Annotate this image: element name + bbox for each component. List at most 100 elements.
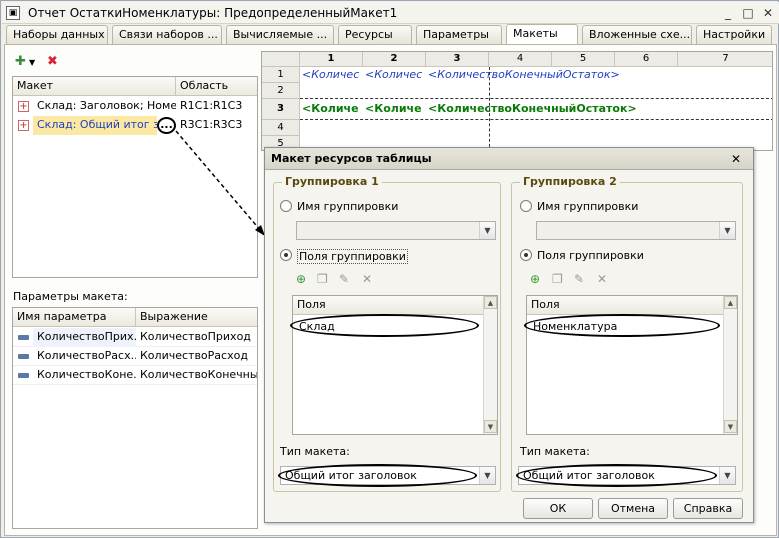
column-header-param-name[interactable]: Имя параметра (13, 308, 136, 327)
close-icon[interactable]: ✕ (759, 5, 777, 21)
add-field-icon[interactable]: ⊕ (296, 273, 306, 286)
column-header[interactable]: 2 (363, 52, 426, 67)
scroll-down-icon[interactable]: ▼ (484, 420, 497, 433)
group-name-combo[interactable]: ▼ (536, 221, 736, 240)
delete-field-icon[interactable]: ✕ (362, 273, 372, 286)
sheet-cell[interactable]: <Количе (302, 102, 363, 115)
param-icon (18, 335, 29, 340)
param-name: КоличествоКоне... (37, 368, 136, 381)
chevron-down-icon[interactable]: ▼ (479, 222, 495, 239)
layout-type-label: Тип макета: (280, 445, 350, 458)
row-header[interactable]: 3 (262, 99, 300, 120)
group2-legend: Группировка 2 (520, 175, 620, 188)
chevron-down-icon[interactable]: ▼ (479, 467, 495, 484)
sheet-cell[interactable]: <Количес (365, 68, 426, 81)
fields-header[interactable]: Поля (293, 296, 483, 315)
scroll-down-icon[interactable]: ▼ (724, 420, 737, 433)
delete-field-icon[interactable]: ✕ (597, 273, 607, 286)
radio-group-name-label[interactable]: Имя группировки (537, 200, 638, 213)
radio-group-fields-label[interactable]: Поля группировки (537, 249, 644, 262)
copy-icon[interactable]: ❐ (552, 273, 563, 286)
param-expression: КоличествоКонечны... (140, 368, 257, 381)
column-header[interactable]: 7 (678, 52, 772, 67)
add-field-icon[interactable]: ⊕ (530, 273, 540, 286)
copy-icon[interactable]: ❐ (317, 273, 328, 286)
chevron-down-icon[interactable]: ▼ (29, 56, 35, 70)
radio-group-fields[interactable] (520, 249, 532, 261)
column-header[interactable]: 4 (489, 52, 552, 67)
app-icon: ▣ (6, 6, 20, 20)
highlight-oval (290, 314, 479, 337)
column-header[interactable]: 3 (426, 52, 489, 67)
row-header[interactable]: 2 (262, 83, 300, 99)
range-border-right (489, 67, 490, 150)
scrollbar[interactable]: ▲ ▼ (723, 296, 737, 434)
row-header[interactable]: 1 (262, 67, 300, 83)
sheet-cell[interactable]: <КоличествоКонечныйОстаток> (428, 102, 678, 115)
fields-header[interactable]: Поля (527, 296, 723, 315)
window-title: Отчет ОстаткиНоменклатуры: Предопределен… (28, 6, 398, 20)
sheet-cell[interactable]: <Количе (365, 102, 426, 115)
table-row[interactable]: КоличествоРасх... КоличествоРасход (13, 347, 257, 366)
edit-icon[interactable]: ✎ (339, 273, 349, 286)
minimize-icon[interactable]: _ (719, 5, 737, 21)
layout-spreadsheet[interactable]: 1 2 3 4 5 6 7 1 2 3 4 5 <Количес <Количе… (261, 51, 773, 151)
params-title: Параметры макета: (13, 290, 128, 303)
layout-icon: + (18, 101, 29, 112)
param-expression: КоличествоРасход (140, 349, 248, 362)
chevron-down-icon[interactable]: ▼ (719, 222, 735, 239)
scrollbar[interactable]: ▲ ▼ (483, 296, 497, 434)
help-button[interactable]: Справка (673, 498, 743, 519)
column-header[interactable]: 1 (300, 52, 363, 67)
tab-nested-schemas[interactable]: Вложенные схе... (582, 25, 692, 44)
maximize-icon[interactable]: □ (739, 5, 757, 21)
tab-layouts[interactable]: Макеты (506, 24, 578, 45)
delete-icon[interactable]: ✖ (47, 55, 58, 69)
param-icon (18, 354, 29, 359)
list-item[interactable]: + Склад: Заголовок; Номе... R1C1:R1C3 (13, 97, 257, 116)
column-header[interactable]: 6 (615, 52, 678, 67)
dialog-close-icon[interactable]: ✕ (731, 152, 741, 166)
add-icon[interactable]: ✚ (15, 55, 26, 69)
table-row[interactable]: КоличествоПрих... КоличествоПриход (13, 328, 257, 347)
radio-group-name[interactable] (520, 200, 532, 212)
column-header-area[interactable]: Область (176, 77, 257, 96)
tab-resources[interactable]: Ресурсы (338, 25, 412, 44)
param-name: КоличествоПрих... (33, 328, 136, 347)
layout-icon: + (18, 120, 29, 131)
scroll-up-icon[interactable]: ▲ (724, 296, 737, 309)
sheet-cell[interactable]: <Количес (302, 68, 363, 81)
dashed-arrow-icon (175, 130, 265, 236)
layout-name: Склад: Общий итог заго... (33, 116, 157, 135)
ok-button[interactable]: ОК (523, 498, 593, 519)
radio-group-name[interactable] (280, 200, 292, 212)
tab-settings[interactable]: Настройки (696, 25, 772, 44)
radio-group-fields-label[interactable]: Поля группировки (297, 249, 408, 264)
param-expression: КоличествоПриход (140, 330, 251, 343)
group1-panel: Группировка 1 Имя группировки ▼ Поля гру… (273, 175, 501, 492)
column-header[interactable]: 5 (552, 52, 615, 67)
edit-icon[interactable]: ✎ (574, 273, 584, 286)
sheet-cell[interactable]: <КоличествоКонечныйОстаток> (428, 68, 678, 81)
column-header-layout[interactable]: Макет (13, 77, 176, 96)
tab-parameters[interactable]: Параметры (416, 25, 502, 44)
table-row[interactable]: КоличествоКоне... КоличествоКонечны... (13, 366, 257, 385)
tab-dataset-links[interactable]: Связи наборов ... (112, 25, 222, 44)
radio-group-fields[interactable] (280, 249, 292, 261)
tab-datasets[interactable]: Наборы данных (6, 25, 108, 44)
dialog-title: Макет ресурсов таблицы (265, 148, 753, 170)
param-name: КоличествоРасх... (37, 349, 136, 362)
params-table: Имя параметра Выражение КоличествоПрих..… (12, 307, 258, 529)
range-border-top (300, 98, 772, 99)
cancel-button[interactable]: Отмена (598, 498, 668, 519)
tab-calculated[interactable]: Вычисляемые ... (226, 25, 334, 44)
highlight-oval (516, 464, 717, 487)
scroll-up-icon[interactable]: ▲ (484, 296, 497, 309)
radio-group-name-label[interactable]: Имя группировки (297, 200, 398, 213)
group2-panel: Группировка 2 Имя группировки ▼ Поля гру… (511, 175, 743, 492)
group-name-combo[interactable]: ▼ (296, 221, 496, 240)
highlight-oval (524, 314, 720, 337)
chevron-down-icon[interactable]: ▼ (719, 467, 735, 484)
column-header-expression[interactable]: Выражение (136, 308, 257, 327)
title-bar: ▣ Отчет ОстаткиНоменклатуры: Предопредел… (2, 2, 779, 24)
